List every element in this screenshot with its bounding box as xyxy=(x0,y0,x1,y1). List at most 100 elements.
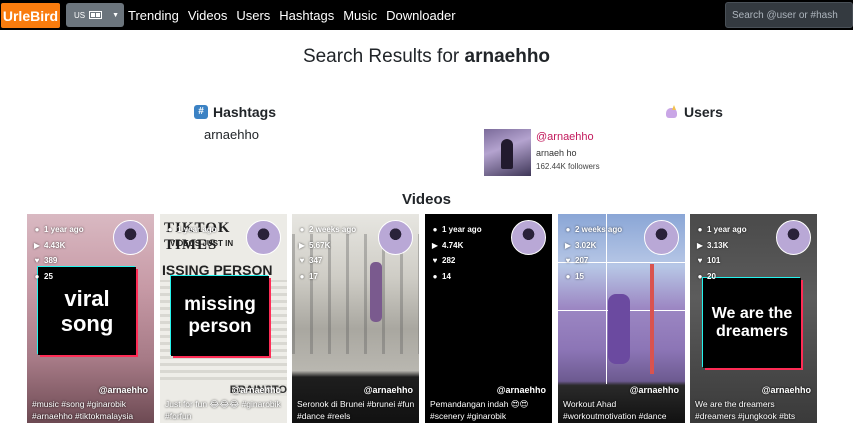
search-query: arnaehho xyxy=(464,46,551,67)
play-icon: ▶ xyxy=(431,240,439,250)
users-heading: Users xyxy=(665,104,723,120)
video-description: Seronok di Brunei #brunei #fun #dance #r… xyxy=(297,399,415,421)
video-likes: 101 xyxy=(707,256,721,265)
video-likes: 282 xyxy=(442,256,456,265)
comment-icon: ● xyxy=(697,271,703,281)
video-description: Just for fun 😂😂😂 #ginarobik #forfun xyxy=(165,399,281,421)
video-description: Pemandangan indah 😍😍 #scenery #ginarobik xyxy=(430,399,529,421)
clock-icon: ● xyxy=(167,225,173,234)
top-navbar: UrleBird US ▼ Trending Videos Users Hash… xyxy=(0,0,853,30)
video-stats: ● 1 year ago ▶ 3.13K ♥ 101 ● 20 xyxy=(696,222,747,284)
nav-link-videos[interactable]: Videos xyxy=(188,8,228,23)
video-stats: ● 1 year ago ▶ 4.43K ♥ 389 ● 25 xyxy=(33,222,84,284)
hashtags-heading: # Hashtags xyxy=(194,104,276,120)
video-card[interactable]: ● 2 weeks ago ▶ 5.67K ♥ 347 ● 17 @arnaehho S… xyxy=(292,214,419,423)
brand-logo[interactable]: UrleBird xyxy=(1,3,60,28)
video-stats: ● 1 year ago xyxy=(166,222,217,238)
video-age: 2 weeks ago xyxy=(309,225,357,234)
user-avatar[interactable] xyxy=(484,129,531,176)
video-author-link[interactable]: @arnaehho xyxy=(99,385,148,395)
play-icon: ▶ xyxy=(564,240,572,250)
clock-icon: ● xyxy=(34,225,40,234)
hashtags-heading-label: Hashtags xyxy=(213,104,277,120)
play-icon: ▶ xyxy=(298,240,306,250)
video-age: 1 year ago xyxy=(442,225,482,234)
nav-link-users[interactable]: Users xyxy=(236,8,270,23)
video-description: We are the dreamers #dreamers #jungkook … xyxy=(695,399,796,421)
comment-icon: ● xyxy=(34,271,40,281)
nav-links: Trending Videos Users Hashtags Music Dow… xyxy=(128,8,465,23)
chevron-down-icon: ▼ xyxy=(112,11,120,19)
search-input[interactable]: Search @user or #hash xyxy=(725,2,853,28)
video-card[interactable]: viral song ● 1 year ago ▶ 4.43K ♥ 389 ● 25 @… xyxy=(27,214,154,423)
video-author-link[interactable]: @arnaehho xyxy=(762,385,811,395)
play-icon: ▶ xyxy=(696,240,704,250)
author-avatar[interactable] xyxy=(511,220,546,255)
clock-icon: ● xyxy=(697,225,703,234)
video-views: 5.67K xyxy=(309,240,331,250)
video-author-link[interactable]: @arnaehho xyxy=(232,385,281,395)
video-card[interactable]: ● 2 weeks ago ▶ 3.02K ♥ 207 ● 15 @arnaehho W… xyxy=(558,214,685,423)
video-views: 3.13K xyxy=(707,240,729,250)
page-title-prefix: Search Results for xyxy=(302,46,460,67)
video-age: 2 weeks ago xyxy=(575,225,623,234)
video-description: Workout Ahad #workoutmotivation #dance xyxy=(563,399,667,421)
video-views: 4.74K xyxy=(442,240,464,250)
video-comments: 15 xyxy=(575,271,584,281)
video-likes: 389 xyxy=(44,256,58,265)
video-likes: 207 xyxy=(575,256,589,265)
video-card[interactable]: We are the dreamers ● 1 year ago ▶ 3.13K ♥… xyxy=(690,214,817,423)
heart-icon: ♥ xyxy=(432,256,438,265)
author-avatar[interactable] xyxy=(378,220,413,255)
region-selector[interactable]: US ▼ xyxy=(66,3,124,27)
nav-link-trending[interactable]: Trending xyxy=(128,8,179,23)
author-avatar[interactable] xyxy=(644,220,679,255)
hashtag-icon: # xyxy=(194,105,208,119)
video-age: 1 year ago xyxy=(44,225,84,234)
video-author-link[interactable]: @arnaehho xyxy=(497,385,546,395)
clock-icon: ● xyxy=(565,225,571,234)
comment-icon: ● xyxy=(565,271,571,281)
author-avatar[interactable] xyxy=(113,220,148,255)
nav-link-hashtags[interactable]: Hashtags xyxy=(279,8,334,23)
bg-subhead: VIDEOS JUST IN xyxy=(170,239,234,248)
heart-icon: ♥ xyxy=(697,256,703,265)
user-followers: 162.44K followers xyxy=(536,162,600,171)
nav-link-music[interactable]: Music xyxy=(343,8,377,23)
video-overlay-text: missing person xyxy=(171,276,269,356)
video-comments: 17 xyxy=(309,271,318,281)
video-author-link[interactable]: @arnaehho xyxy=(630,385,679,395)
video-comments: 14 xyxy=(442,271,451,281)
video-card[interactable]: ● 1 year ago ▶ 4.74K ♥ 282 ● 14 @arnaehho Pe… xyxy=(425,214,552,423)
video-overlay-text: We are the dreamers xyxy=(703,278,801,368)
unicorn-icon xyxy=(665,105,679,119)
hashtag-link[interactable]: arnaehho xyxy=(204,127,259,142)
comment-icon: ● xyxy=(432,271,438,281)
author-avatar[interactable] xyxy=(776,220,811,255)
flag-icon xyxy=(89,11,103,19)
page-title: Search Results for arnaehho xyxy=(0,46,853,68)
video-stats: ● 1 year ago ▶ 4.74K ♥ 282 ● 14 xyxy=(431,222,482,284)
play-icon: ▶ xyxy=(33,240,41,250)
users-heading-label: Users xyxy=(684,104,723,120)
user-display-name: arnaeh ho xyxy=(536,148,577,158)
video-comments: 20 xyxy=(707,271,716,281)
video-age: 1 year ago xyxy=(177,225,217,234)
video-views: 3.02K xyxy=(575,240,597,250)
video-age: 1 year ago xyxy=(707,225,747,234)
author-avatar[interactable] xyxy=(246,220,281,255)
heart-icon: ♥ xyxy=(34,256,40,265)
heart-icon: ♥ xyxy=(299,256,305,265)
region-code: US xyxy=(74,10,86,20)
video-author-link[interactable]: @arnaehho xyxy=(364,385,413,395)
nav-link-downloader[interactable]: Downloader xyxy=(386,8,455,23)
video-stats: ● 2 weeks ago ▶ 3.02K ♥ 207 ● 15 xyxy=(564,222,622,284)
user-handle-link[interactable]: @arnaehho xyxy=(536,131,594,143)
heart-icon: ♥ xyxy=(565,256,571,265)
video-card[interactable]: TIKTOK TIMES VIDEOS JUST IN ISSING PERSO… xyxy=(160,214,287,423)
videos-heading: Videos xyxy=(402,191,451,208)
video-comments: 25 xyxy=(44,271,53,281)
clock-icon: ● xyxy=(432,225,438,234)
video-views: 4.43K xyxy=(44,240,66,250)
clock-icon: ● xyxy=(299,225,305,234)
